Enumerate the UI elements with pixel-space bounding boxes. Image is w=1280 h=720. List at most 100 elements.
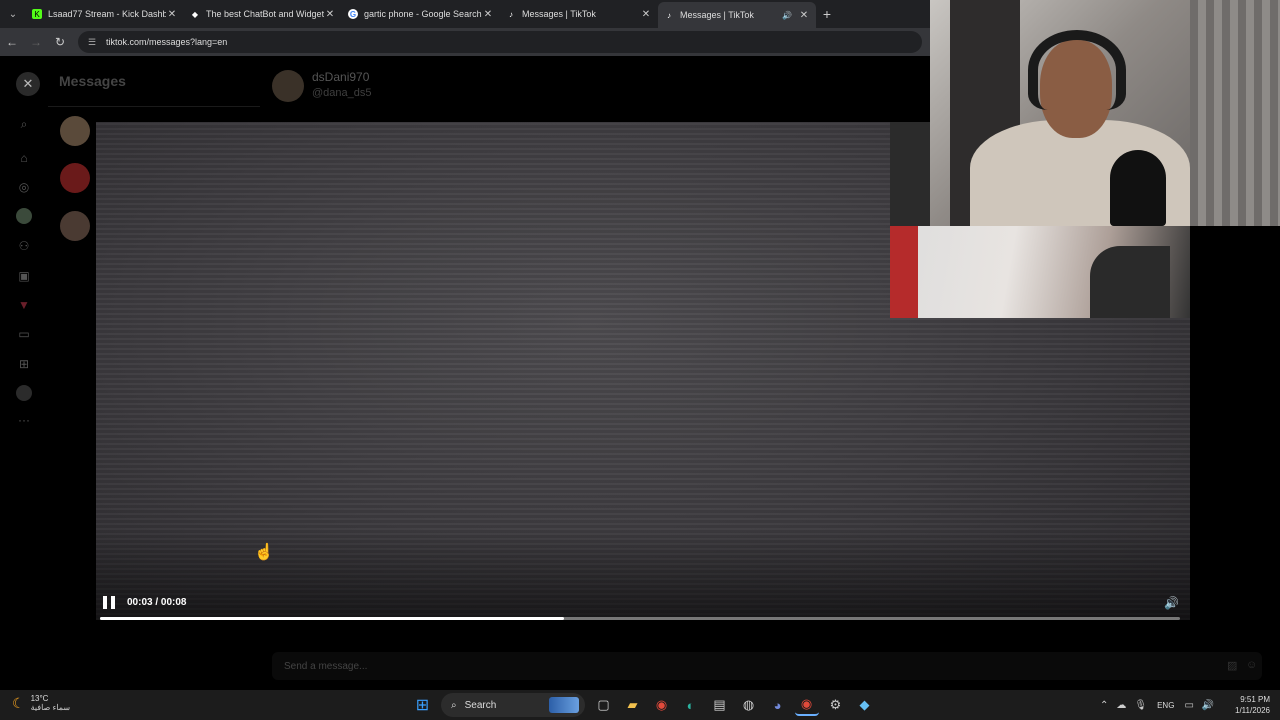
browser-tab[interactable]: K Lsaad77 Stream - Kick Dashboard ✕ (26, 1, 184, 27)
profile-icon[interactable] (16, 385, 32, 401)
botrix-icon: ◆ (191, 9, 199, 19)
weather-temp: 13°C (30, 694, 49, 703)
clock-time: 9:51 PM (1240, 695, 1270, 704)
avatar-icon[interactable] (16, 208, 32, 224)
overlay-dark-shape (1090, 246, 1170, 318)
video-time: 00:03 / 00:08 (127, 597, 187, 608)
url-text: tiktok.com/messages?lang=en (106, 37, 228, 47)
obs-icon[interactable]: ◍ (737, 694, 761, 716)
conversation-avatar[interactable] (60, 163, 90, 193)
chat-handle: @dana_ds5 (312, 87, 372, 99)
more-icon[interactable]: ··· (16, 412, 32, 428)
kick-icon: K (32, 9, 42, 19)
chat-display-name[interactable]: dsDani970 (312, 70, 369, 84)
explore-icon[interactable]: ◎ (16, 179, 32, 195)
weather-widget[interactable]: ☾ 13°C سماء صافية (12, 694, 70, 712)
weather-desc: سماء صافية (30, 703, 71, 712)
file-explorer-icon[interactable]: ▰ (621, 694, 645, 716)
messages-icon[interactable]: ▭ (16, 326, 32, 342)
tab-search-menu-icon[interactable]: ⌄ (0, 0, 26, 28)
tiktok-icon: ♪ (667, 10, 671, 20)
browser-tab[interactable]: ♪ Messages | TikTok ✕ (500, 1, 658, 27)
messages-title: Messages (59, 73, 126, 89)
live-icon[interactable]: ▣ (16, 268, 32, 284)
browser-tab-bar: ⌄ K Lsaad77 Stream - Kick Dashboard ✕ ◆ … (0, 0, 930, 28)
tab-audio-icon[interactable]: 🔊 (782, 11, 792, 20)
onedrive-icon[interactable]: ☁ (1116, 700, 1126, 711)
site-info-icon[interactable]: ☰ (88, 37, 98, 48)
browser-toolbar: ← → ↻ ☰ tiktok.com/messages?lang=en (0, 28, 930, 56)
tiktok-icon: ♪ (509, 9, 513, 19)
tiktok-nav-rail: ⌕ ⌂ ◎ ⚇ ▣ ▼ ▭ ⊞ ··· (0, 56, 48, 690)
task-view-icon[interactable]: ▢ (592, 694, 616, 716)
close-tab-icon[interactable]: ✕ (324, 9, 336, 20)
search-icon: ⌕ (451, 699, 457, 711)
app-icon[interactable]: ⚙ (824, 694, 848, 716)
webcam-overlay (930, 0, 1280, 226)
windows-taskbar: ☾ 13°C سماء صافية ⊞ ⌕ Search ▢ ▰ ◉ ◐ ▤ ◍… (0, 690, 1280, 720)
mic-icon[interactable]: 🎙 (1134, 700, 1147, 711)
speaker-icon[interactable]: 🔊 (1202, 700, 1214, 711)
image-icon[interactable]: ▨ (1227, 659, 1237, 672)
microphone (1110, 150, 1166, 226)
edge-icon[interactable]: ◐ (679, 694, 703, 716)
search-highlight-image (549, 697, 579, 713)
promote-icon[interactable]: ▼ (16, 297, 32, 313)
avatar[interactable] (272, 70, 304, 102)
discord-icon[interactable]: ◕ (766, 694, 790, 716)
search-label: Search (464, 699, 497, 711)
browser-tab[interactable]: G gartic phone - Google Search ✕ (342, 1, 500, 27)
steam-icon[interactable]: ◆ (853, 694, 877, 716)
volume-icon[interactable]: 🔊 (1164, 596, 1179, 610)
system-tray: ⌃ ☁ 🎙 ENG ▭ 🔊 (1096, 690, 1218, 720)
home-icon[interactable]: ⌂ (16, 150, 32, 166)
pause-icon[interactable] (103, 596, 115, 609)
headphones (1028, 30, 1126, 110)
taskbar-search[interactable]: ⌕ Search (441, 693, 585, 717)
tab-title: Messages | TikTok (680, 10, 754, 20)
taskbar-clock[interactable]: 9:51 PM 1/11/2026 (1228, 694, 1270, 716)
message-input[interactable] (284, 658, 1184, 674)
following-icon[interactable]: ⚇ (16, 238, 32, 254)
close-tab-icon[interactable]: ✕ (166, 9, 178, 20)
chrome-icon[interactable]: ◉ (650, 694, 674, 716)
tab-title: The best ChatBot and Widgets (206, 9, 324, 19)
new-tab-button[interactable]: + (816, 6, 838, 22)
reload-icon[interactable]: ↻ (48, 35, 72, 49)
video-progress-bar[interactable] (100, 617, 1180, 620)
tab-title: Lsaad77 Stream - Kick Dashboard (48, 9, 166, 19)
forward-icon[interactable]: → (24, 35, 48, 49)
emoji-icon[interactable]: ☺ (1246, 659, 1257, 671)
address-bar[interactable]: ☰ tiktok.com/messages?lang=en (78, 31, 922, 53)
upload-icon[interactable]: ⊞ (16, 356, 32, 372)
search-icon[interactable]: ⌕ (16, 116, 32, 132)
curtain (1190, 0, 1280, 226)
close-tab-icon[interactable]: ✕ (482, 9, 494, 20)
hand-cursor-icon: ☝ (254, 544, 274, 561)
overlay-clip (890, 226, 1190, 318)
moon-icon: ☾ (12, 694, 25, 711)
conversation-avatar[interactable] (60, 116, 90, 146)
conversation-avatar[interactable] (60, 211, 90, 241)
network-icon[interactable]: ▭ (1184, 700, 1193, 711)
tab-title: Messages | TikTok (522, 9, 596, 19)
language-indicator[interactable]: ENG (1157, 701, 1174, 710)
browser-tab[interactable]: ◆ The best ChatBot and Widgets ✕ (184, 1, 342, 27)
taskbar-apps: ⊞ ⌕ Search ▢ ▰ ◉ ◐ ▤ ◍ ◕ ◉ ⚙ ◆ (408, 693, 879, 717)
store-icon[interactable]: ▤ (708, 694, 732, 716)
close-tab-icon[interactable]: ✕ (798, 10, 810, 21)
close-modal-button[interactable]: ✕ (16, 72, 40, 96)
windows-start-icon[interactable]: ⊞ (411, 694, 435, 716)
clock-date: 1/11/2026 (1235, 706, 1270, 715)
overlay-red-shape (890, 226, 918, 318)
video-progress-fill (100, 617, 565, 620)
back-icon[interactable]: ← (0, 35, 24, 49)
chevron-up-icon[interactable]: ⌃ (1100, 700, 1108, 711)
divider (48, 106, 260, 107)
tab-title: gartic phone - Google Search (364, 9, 482, 19)
browser-tab-active[interactable]: ♪ Messages | TikTok 🔊 ✕ (658, 2, 816, 28)
google-icon: G (348, 9, 358, 19)
chrome-active-icon[interactable]: ◉ (794, 694, 819, 716)
close-tab-icon[interactable]: ✕ (640, 9, 652, 20)
message-compose: ▨ ☺ (272, 652, 1262, 680)
